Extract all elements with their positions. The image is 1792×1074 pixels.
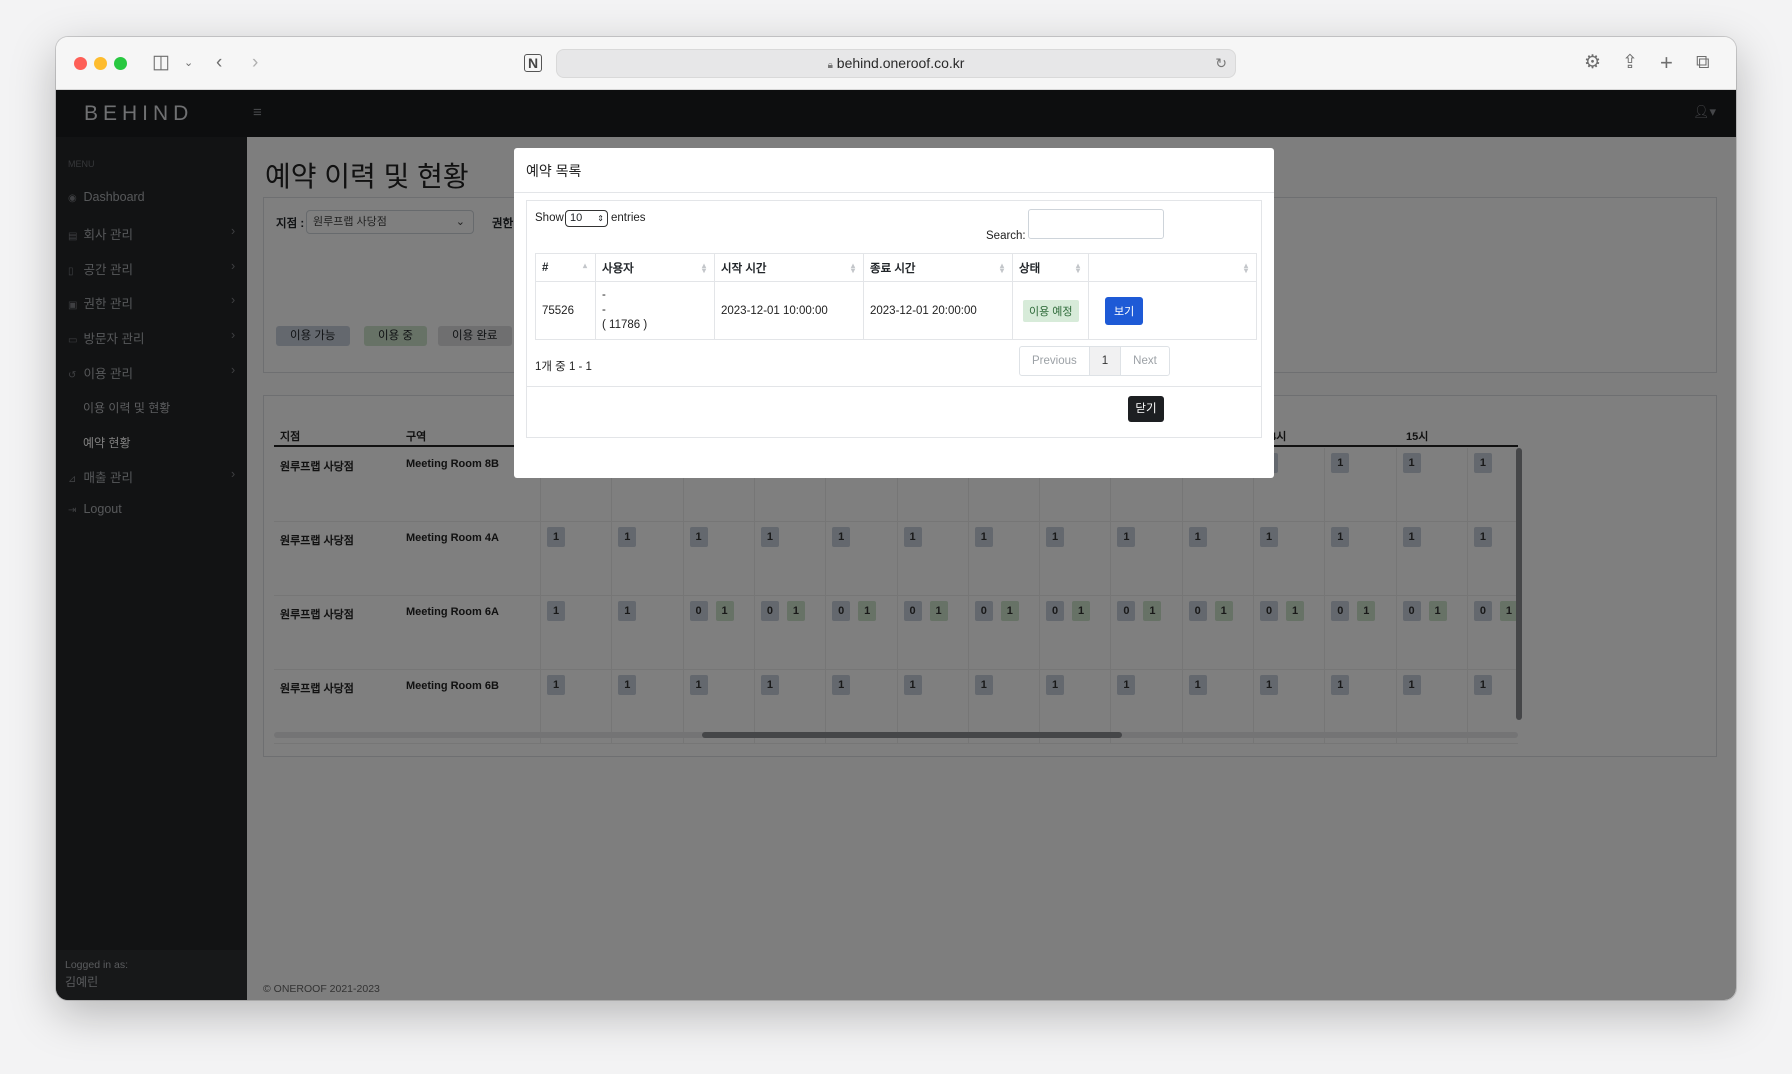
share-icon[interactable]: ⇪	[1622, 51, 1638, 75]
col-header-id[interactable]: # ▴	[535, 253, 596, 282]
settings-icon[interactable]: ⚙	[1584, 51, 1601, 75]
col-header-user[interactable]: 사용자 ▴ ▾	[595, 253, 715, 282]
sidebar-toggle-icon[interactable]: ◫	[152, 51, 170, 75]
search-label: Search:	[986, 230, 1026, 242]
new-tab-icon[interactable]: +	[1660, 51, 1673, 75]
forward-icon[interactable]: ›	[252, 51, 258, 75]
table-info: 1개 중 1 - 1	[535, 361, 592, 373]
pagination: Previous 1 Next	[1019, 346, 1170, 376]
modal-title: 예약 목록	[526, 163, 582, 179]
minimize-window-button[interactable]	[94, 57, 107, 70]
table-header-row: # ▴ 사용자 ▴ ▾ 시작 시간 ▴ ▾ 종료 시간 ▴ ▾ 상태 ▴ ▾ ▴ ▾	[535, 253, 1257, 282]
close-button[interactable]: 닫기	[1128, 396, 1164, 422]
url-text: behind.oneroof.co.kr	[836, 55, 965, 71]
updown-icon: ⇕	[597, 214, 604, 223]
cell-id: 75526	[535, 281, 596, 340]
cell-user: - -( 11786 )	[595, 281, 715, 340]
col-header-status[interactable]: 상태 ▴ ▾	[1012, 253, 1089, 282]
cell-end: 2023-12-01 20:00:00	[863, 281, 1013, 340]
sort-icon: ▴	[582, 261, 587, 270]
reservation-table: # ▴ 사용자 ▴ ▾ 시작 시간 ▴ ▾ 종료 시간 ▴ ▾ 상태 ▴ ▾ ▴ ▾ 75526 -…	[535, 253, 1257, 340]
browser-window: ◫ ⌄ ‹ › N 🔒︎ behind.oneroof.co.kr ↻ ⚙ ⇪ …	[56, 37, 1736, 1000]
cell-start: 2023-12-01 10:00:00	[714, 281, 864, 340]
sort-icon: ▴ ▾	[850, 261, 855, 275]
admin-app: BEHIND ≡ 👤︎▾ MENU ◉ Dashboard ▤ 회사 관리› ▯…	[56, 90, 1736, 1000]
col-header-action[interactable]: ▴ ▾	[1088, 253, 1257, 282]
col-header-end[interactable]: 종료 시간 ▴ ▾	[863, 253, 1013, 282]
entries-length-select[interactable]: 10 ⇕	[565, 210, 608, 227]
status-badge: 이용 예정	[1023, 299, 1079, 322]
maximize-window-button[interactable]	[114, 57, 127, 70]
sort-icon: ▴ ▾	[999, 261, 1004, 275]
back-icon[interactable]: ‹	[216, 51, 222, 75]
sort-icon: ▴ ▾	[1243, 261, 1248, 275]
close-window-button[interactable]	[74, 57, 87, 70]
col-header-start[interactable]: 시작 시간 ▴ ▾	[714, 253, 864, 282]
browser-toolbar: ◫ ⌄ ‹ › N 🔒︎ behind.oneroof.co.kr ↻ ⚙ ⇪ …	[56, 37, 1736, 90]
sort-icon: ▴ ▾	[701, 261, 706, 275]
tabs-overview-icon[interactable]: ⧉	[1696, 51, 1710, 75]
pagination-page-1[interactable]: 1	[1088, 347, 1122, 375]
pagination-next[interactable]: Next	[1121, 347, 1169, 375]
notion-icon[interactable]: N	[524, 54, 542, 72]
pagination-previous[interactable]: Previous	[1020, 347, 1089, 375]
search-input[interactable]	[1028, 209, 1164, 239]
reservation-list-modal: 예약 목록 Show 10 ⇕ entries Search: # ▴ 사용자 ▴ ▾ …	[514, 148, 1274, 478]
cell-status: 이용 예정	[1012, 281, 1089, 340]
view-button[interactable]: 보기	[1105, 296, 1144, 325]
chevron-down-icon[interactable]: ⌄	[184, 51, 193, 75]
show-label: Show	[535, 212, 564, 224]
entries-label: entries	[611, 212, 646, 224]
address-bar[interactable]: 🔒︎ behind.oneroof.co.kr ↻	[556, 49, 1236, 78]
reload-icon[interactable]: ↻	[1215, 50, 1227, 77]
lock-icon: 🔒︎	[827, 60, 833, 71]
modal-table-wrapper: Show 10 ⇕ entries Search: # ▴ 사용자 ▴ ▾ 시작 시간 ▴…	[526, 200, 1262, 438]
sort-icon: ▴ ▾	[1075, 261, 1080, 275]
cell-action: 보기	[1088, 281, 1257, 340]
table-row: 75526 - -( 11786 ) 2023-12-01 10:00:00 20…	[535, 281, 1257, 340]
